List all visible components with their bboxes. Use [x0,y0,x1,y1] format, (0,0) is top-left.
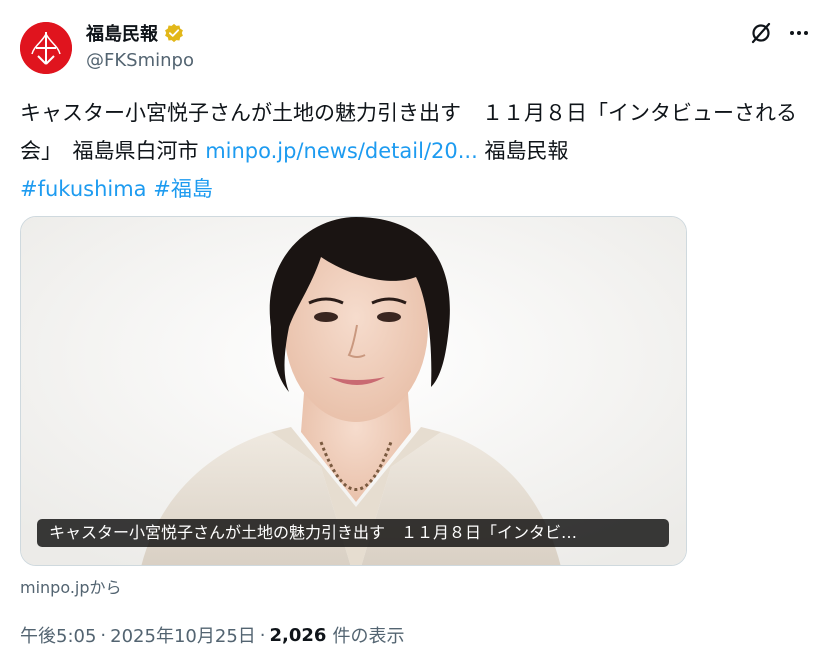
views-count: 2,026 [269,624,327,646]
views-label: 件の表示 [332,626,405,647]
tweet-meta: 午後5:05 · 2025年10月25日 · 2,026 件の表示 [20,622,404,648]
author-display-name[interactable]: 福島民報 [86,20,158,46]
author-handle[interactable]: @FKSminpo [86,50,194,71]
tweet-text: キャスター小宮悦子さんが土地の魅力引き出す １１月８日「インタビューされる会」 … [20,94,810,208]
card-source[interactable]: minpo.jpから [20,574,122,598]
verified-badge-icon[interactable] [164,23,184,43]
hashtag-fukushima-jp[interactable]: #福島 [153,177,213,201]
tweet-link[interactable]: minpo.jp/news/detail/20... [205,139,478,163]
card-photo [21,217,686,565]
link-card[interactable]: キャスター小宮悦子さんが土地の魅力引き出す １１月８日「インタビ… [20,216,687,566]
tweet-time[interactable]: 午後5:05 [20,622,96,648]
grok-button[interactable] [746,18,776,48]
avatar[interactable] [20,22,72,74]
meta-separator: · [100,624,107,646]
author-name-row[interactable]: 福島民報 [86,20,184,46]
more-icon [790,31,808,35]
hashtag-fukushima[interactable]: #fukushima [20,177,147,201]
tweet-date[interactable]: 2025年10月25日 [110,622,256,648]
avatar-logo-icon [20,22,72,74]
grok-icon [751,22,771,44]
meta-separator: · [259,624,266,646]
card-caption: キャスター小宮悦子さんが土地の魅力引き出す １１月８日「インタビ… [37,519,669,547]
tweet-text-part2: 福島民報 [477,139,569,163]
more-button[interactable] [784,18,814,48]
